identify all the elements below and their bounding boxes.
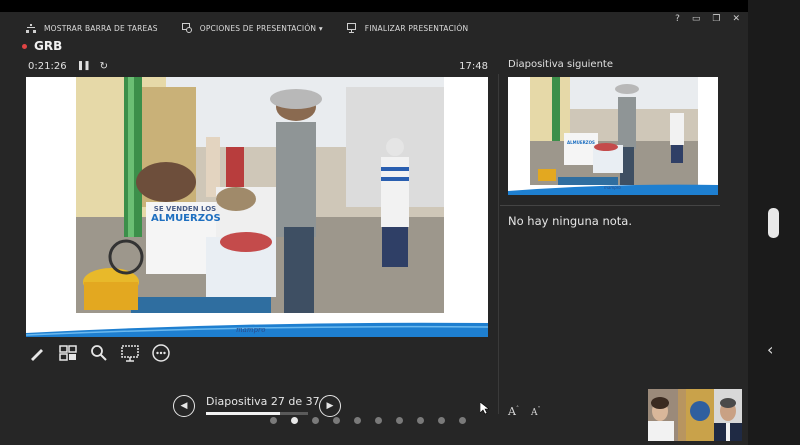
sign-line2: ALMUERZOS xyxy=(151,213,221,224)
sign-line1: SE VENDEN LOS xyxy=(153,205,217,213)
top-bar xyxy=(0,0,748,12)
slide-dot[interactable] xyxy=(396,417,403,424)
end-presentation-label: FINALIZAR PRESENTACIÓN xyxy=(364,23,469,33)
grid-icon[interactable] xyxy=(59,344,77,362)
pause-timer-icon[interactable]: ❚❚ xyxy=(77,61,91,71)
end-presentation-button[interactable]: FINALIZAR PRESENTACIÓN xyxy=(346,23,469,33)
decrease-font-button[interactable]: A˅ xyxy=(531,406,541,418)
speaker-notes[interactable]: No hay ninguna nota. xyxy=(508,214,632,228)
restart-timer-icon[interactable]: ↻ xyxy=(100,61,108,72)
session-name: GRB xyxy=(34,39,63,53)
slide-logo: mampro xyxy=(236,326,266,334)
slide-dot[interactable] xyxy=(312,417,319,424)
show-taskbar-button[interactable]: MOSTRAR BARRA DE TAREAS xyxy=(26,23,158,33)
session-indicator: GRB xyxy=(22,39,62,53)
slide-dot[interactable] xyxy=(333,417,340,424)
increase-font-label: A xyxy=(508,405,516,418)
slide-dot[interactable] xyxy=(354,417,361,424)
slide-progress-fill xyxy=(206,412,281,415)
next-slide-sign: ALMUERZOS xyxy=(567,140,595,145)
current-slide[interactable]: SE VENDEN LOS ALMUERZOS mampro xyxy=(26,77,488,337)
slide-tools xyxy=(28,344,170,362)
slide-dots xyxy=(270,417,466,424)
end-slideshow-icon xyxy=(346,23,356,33)
notes-separator xyxy=(500,205,720,206)
pointer-icon[interactable] xyxy=(121,344,139,362)
current-time: 17:48 xyxy=(459,60,488,72)
pen-icon[interactable] xyxy=(28,344,46,362)
presentation-options-button[interactable]: OPCIONES DE PRESENTACIÓN ▾ xyxy=(181,23,323,33)
mouse-cursor-icon xyxy=(480,402,489,415)
elapsed-timer: 0:21:26 xyxy=(28,60,67,72)
show-taskbar-label: MOSTRAR BARRA DE TAREAS xyxy=(44,23,158,33)
window-controls: ? ▭ ❐ ✕ xyxy=(675,14,740,24)
pane-divider[interactable] xyxy=(498,74,499,414)
next-slide-title: Diapositiva siguiente xyxy=(508,59,613,70)
slide-dot[interactable] xyxy=(270,417,277,424)
slide-dot[interactable] xyxy=(438,417,445,424)
participant-video-thumbnail[interactable] xyxy=(648,389,742,441)
vertical-scrollbar[interactable] xyxy=(768,208,779,238)
slide-counter[interactable]: Diapositiva 27 de 37 xyxy=(206,395,320,408)
recording-dot-icon xyxy=(22,43,27,49)
chevron-left-icon[interactable]: ‹ xyxy=(767,340,773,359)
slide-navigation: ◀ Diapositiva 27 de 37 ▶ xyxy=(173,394,345,418)
previous-slide-button[interactable]: ◀ xyxy=(173,395,195,417)
zoom-icon[interactable] xyxy=(90,344,108,362)
slide-dot[interactable] xyxy=(291,417,298,424)
sign-text: SE VENDEN LOS ALMUERZOS xyxy=(151,205,221,224)
next-slide-image xyxy=(508,77,718,195)
increase-font-button[interactable]: A˄ xyxy=(508,405,519,418)
taskbar-icon xyxy=(26,23,36,33)
slide-photo: SE VENDEN LOS ALMUERZOS xyxy=(76,77,444,313)
more-icon[interactable] xyxy=(152,344,170,362)
slide-progress-track xyxy=(206,412,308,415)
help-icon[interactable]: ? xyxy=(675,14,680,24)
options-icon xyxy=(181,23,192,33)
next-slide-preview[interactable]: ALMUERZOS mampro xyxy=(508,77,718,195)
slide-dot[interactable] xyxy=(375,417,382,424)
next-slide-logo: mampro xyxy=(604,185,621,190)
presentation-options-label: OPCIONES DE PRESENTACIÓN ▾ xyxy=(199,23,323,33)
restore-icon[interactable]: ❐ xyxy=(712,14,720,24)
presenter-view: MOSTRAR BARRA DE TAREAS OPCIONES DE PRES… xyxy=(0,0,748,445)
timer-row: 0:21:26 ❚❚ ↻ 17:48 xyxy=(28,59,488,73)
next-slide-button[interactable]: ▶ xyxy=(319,395,341,417)
slide-dot[interactable] xyxy=(459,417,466,424)
close-icon[interactable]: ✕ xyxy=(732,14,740,24)
minimize-icon[interactable]: ▭ xyxy=(692,14,701,24)
font-size-controls: A˄ A˅ xyxy=(508,405,540,418)
presenter-toolbar: MOSTRAR BARRA DE TAREAS OPCIONES DE PRES… xyxy=(0,14,748,42)
slide-dot[interactable] xyxy=(417,417,424,424)
